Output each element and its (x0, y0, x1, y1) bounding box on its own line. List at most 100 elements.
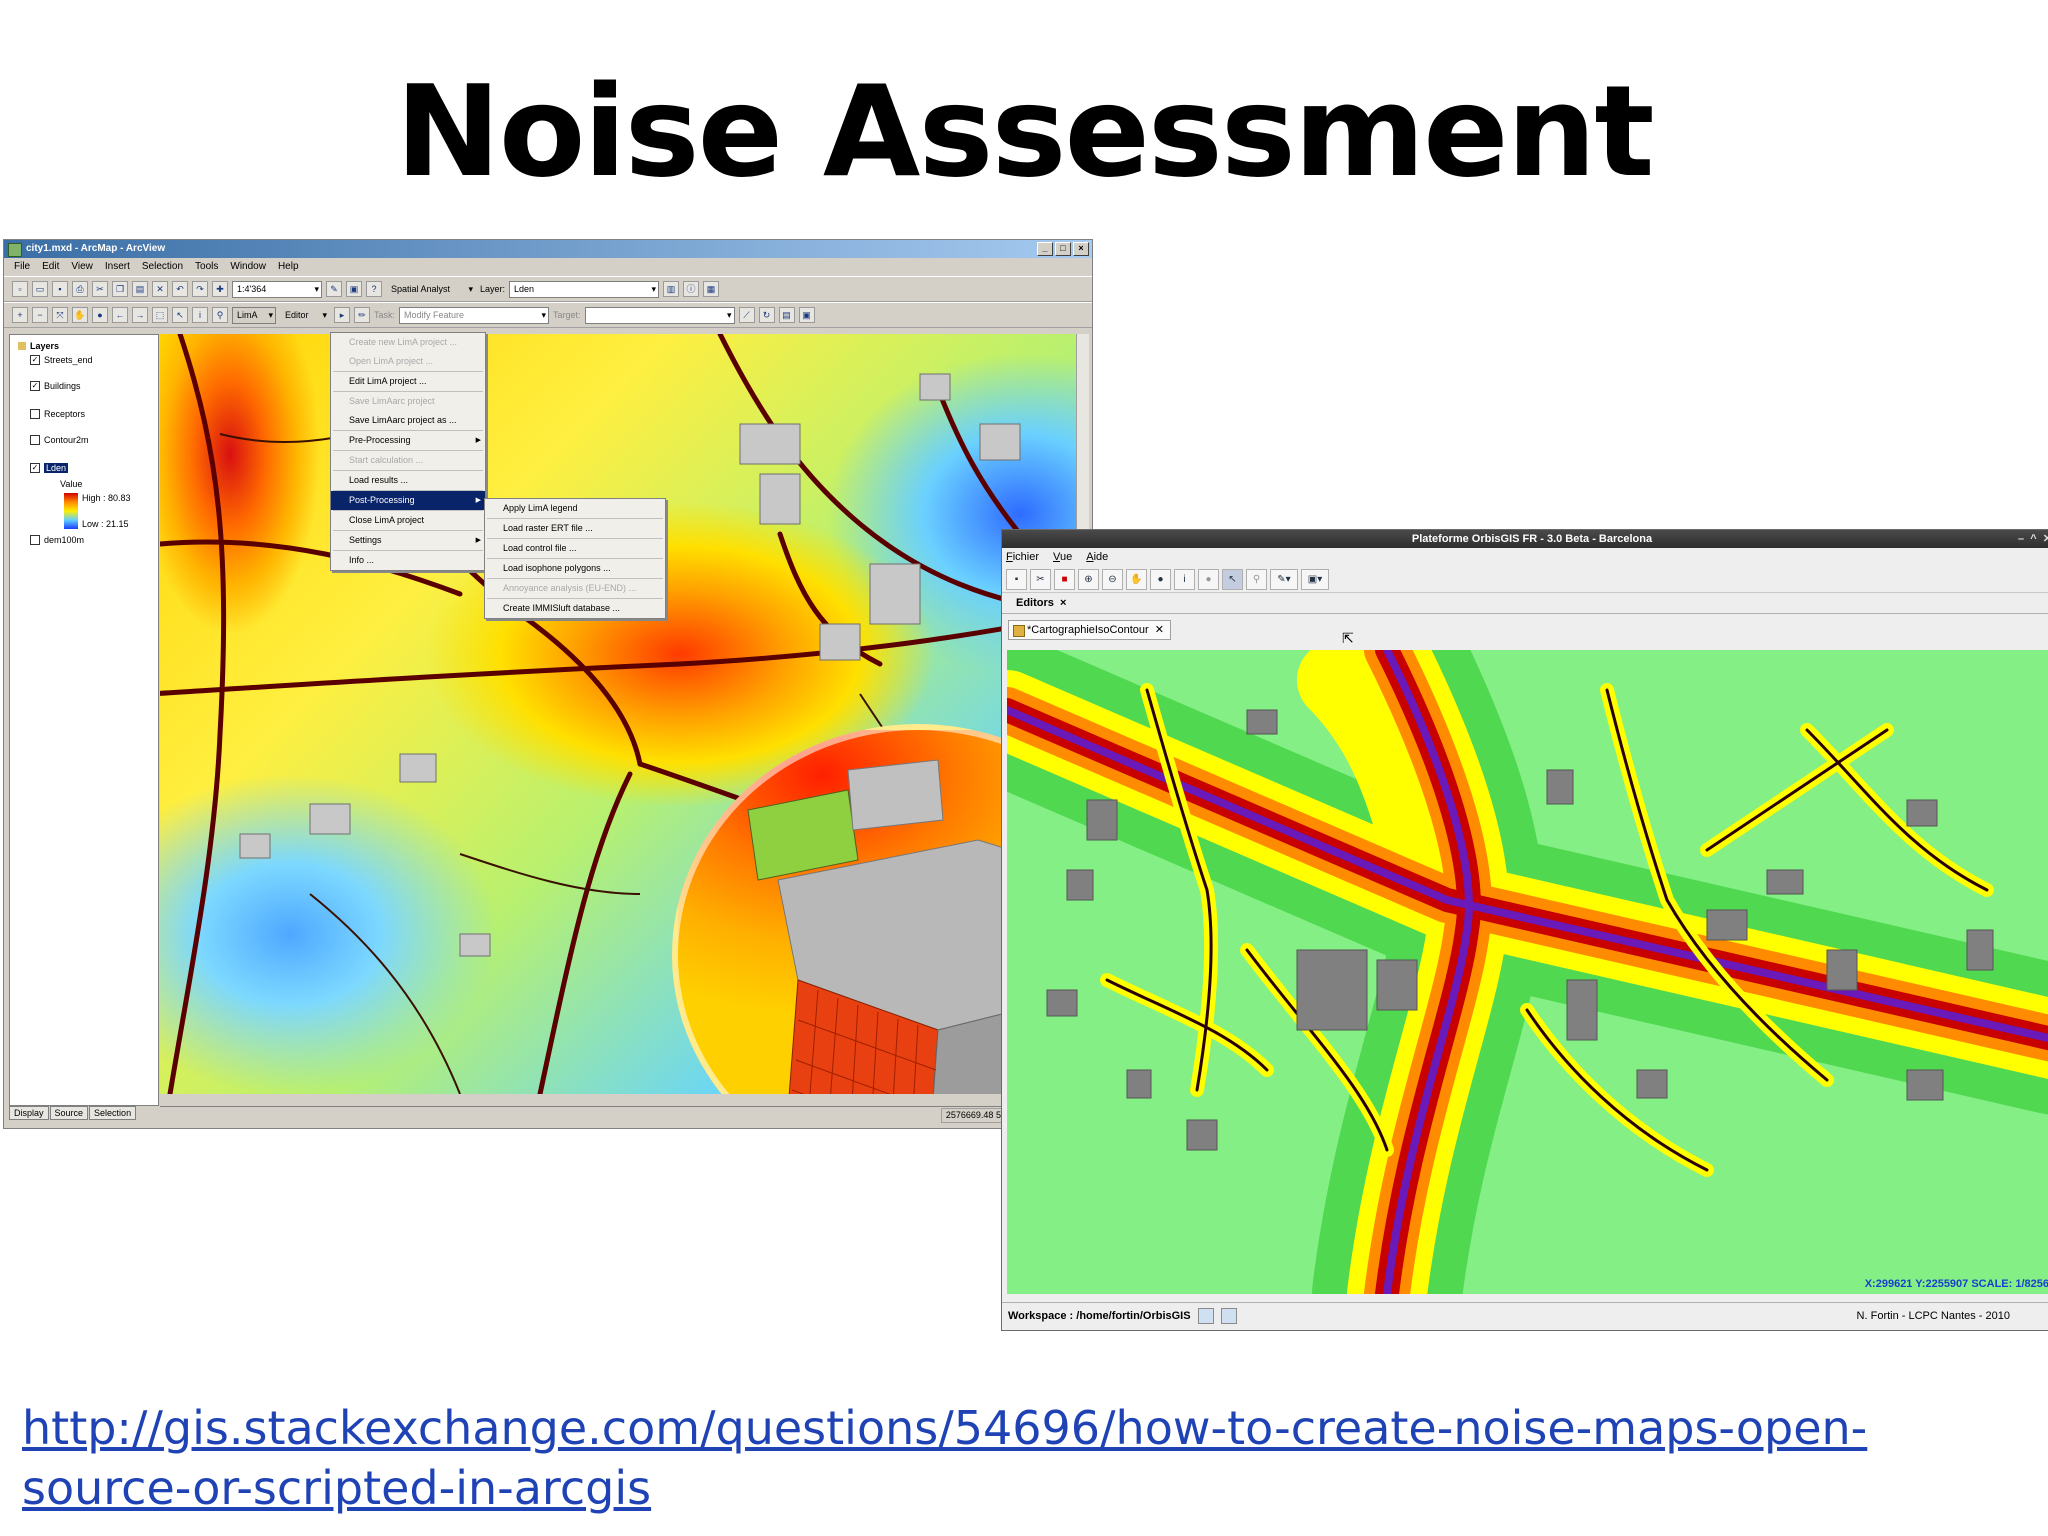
workspace-folder-icon[interactable] (1197, 1308, 1214, 1325)
menu-item-load-raster[interactable]: Load raster ERT file ... (485, 519, 665, 538)
rotate-icon[interactable]: ↻ (758, 307, 775, 323)
checkbox[interactable]: ✓ (30, 463, 40, 473)
zoom-in-icon[interactable]: + (12, 307, 28, 323)
checkbox[interactable]: ✓ (30, 381, 40, 391)
edit-tool-icon[interactable]: ▸ (334, 307, 350, 323)
scale-combo[interactable]: 1:4'364 (232, 280, 322, 298)
draw-icon[interactable]: ✎▾ (1270, 568, 1298, 590)
forward-icon[interactable]: → (132, 307, 148, 323)
full-extent-icon[interactable]: ● (92, 307, 108, 323)
toc-layer-contour[interactable]: Contour2m (30, 435, 89, 445)
menu-tools[interactable]: Tools (195, 258, 218, 276)
record-icon[interactable]: ● (1198, 568, 1219, 590)
menu-item-annoyance[interactable]: Annoyance analysis (EU-END) ... (485, 579, 665, 598)
menu-aide[interactable]: Aide (1086, 548, 1108, 566)
delete-icon[interactable]: ■ (1054, 568, 1075, 590)
menu-item-create-project[interactable]: Create new LimA project ... (331, 333, 485, 352)
menu-insert[interactable]: Insert (105, 258, 130, 276)
zoom-out-icon[interactable]: ⊖ (1102, 568, 1123, 590)
checkbox[interactable] (30, 409, 40, 419)
tab-source[interactable]: Source (49, 1106, 89, 1120)
menu-item-close-project[interactable]: Close LimA project (331, 511, 485, 530)
help-icon[interactable]: ? (366, 281, 382, 297)
editor-toolbar-icon[interactable]: ✎ (326, 281, 342, 297)
save-icon[interactable]: ▪ (52, 281, 68, 297)
sketch-icon[interactable]: ✏ (354, 307, 370, 323)
find-icon[interactable]: ⚲ (212, 307, 228, 323)
print-icon[interactable]: ⎙ (72, 281, 88, 297)
full-extent-icon[interactable]: ● (1150, 568, 1171, 590)
toc-layer-streets[interactable]: ✓ Streets_end (30, 355, 93, 365)
menu-item-settings[interactable]: Settings (331, 531, 485, 550)
lima-menu[interactable]: LimA (232, 306, 276, 324)
undo-icon[interactable]: ↶ (172, 281, 188, 297)
pan-icon[interactable]: ✋ (1126, 568, 1147, 590)
checkbox[interactable] (30, 535, 40, 545)
target-combo[interactable] (584, 306, 735, 324)
pointer-icon[interactable]: ↖ (172, 307, 188, 323)
menu-item-edit-project[interactable]: Edit LimA project ... (331, 372, 485, 391)
document-tab-label[interactable]: *CartographieIsoContour (1027, 624, 1149, 636)
add-data-icon[interactable]: ✚ (212, 281, 228, 297)
sketch-props-icon[interactable]: ▣ (798, 307, 815, 323)
delete-icon[interactable]: ✕ (152, 281, 168, 297)
tab-selection[interactable]: Selection (89, 1106, 137, 1120)
paste-icon[interactable]: ▤ (132, 281, 148, 297)
save-icon[interactable]: ▪ (1006, 568, 1027, 590)
measure-icon[interactable]: ⚲ (1246, 568, 1267, 590)
spatial-analyst-menu[interactable]: Spatial Analyst (386, 280, 476, 298)
menu-help[interactable]: Help (278, 258, 299, 276)
close-icon[interactable]: ✕ (1152, 624, 1164, 636)
back-icon[interactable]: ← (112, 307, 128, 323)
noise-map-canvas[interactable] (160, 334, 1084, 1094)
toc-layer-dem[interactable]: dem100m (30, 535, 84, 545)
toc-layer-lden[interactable]: ✓ Lden (30, 463, 69, 473)
pan-icon[interactable]: ✋ (72, 307, 88, 323)
menu-item-open-project[interactable]: Open LimA project ... (331, 352, 485, 371)
editor-menu[interactable]: Editor (280, 306, 330, 324)
histogram-icon[interactable]: ▥ (663, 281, 680, 297)
document-tab[interactable]: *CartographieIsoContour ✕ (1008, 620, 1172, 640)
zoom-out-icon[interactable]: − (32, 307, 48, 323)
close-icon[interactable]: × (1057, 597, 1066, 609)
menu-item-info[interactable]: Info ... (331, 551, 485, 570)
checkbox[interactable] (30, 435, 40, 445)
menu-fichier[interactable]: Fichier (1006, 548, 1039, 566)
source-link[interactable]: http://gis.stackexchange.com/questions/5… (22, 1398, 2002, 1518)
toc-layer-receptors[interactable]: Receptors (30, 409, 85, 419)
minimize-button[interactable]: _ (1037, 242, 1053, 256)
menu-item-create-database[interactable]: Create IMMISluft database ... (485, 599, 665, 618)
menu-item-start-calculation[interactable]: Start calculation ... (331, 451, 485, 470)
workspace-settings-icon[interactable] (1220, 1308, 1237, 1325)
menu-selection[interactable]: Selection (142, 258, 183, 276)
open-icon[interactable]: ▭ (32, 281, 48, 297)
menu-vue[interactable]: Vue (1053, 548, 1072, 566)
layer-tools-icon[interactable]: ▣▾ (1301, 568, 1329, 590)
menu-item-save-project-as[interactable]: Save LimAarc project as ... (331, 411, 485, 430)
select-icon[interactable]: ⬚ (152, 307, 168, 323)
select-pointer-icon[interactable]: ↖ (1222, 568, 1243, 590)
copy-icon[interactable]: ❐ (112, 281, 128, 297)
menu-item-post-processing[interactable]: Post-Processing (331, 491, 485, 510)
info-icon[interactable]: i (192, 307, 208, 323)
split-icon[interactable]: ⟋ (738, 307, 755, 323)
editors-tab-label[interactable]: Editors (1016, 597, 1054, 609)
zoom-in-icon[interactable]: ⊕ (1078, 568, 1099, 590)
fixed-zoom-icon[interactable]: ⤧ (52, 307, 68, 323)
new-icon[interactable]: ▫ (12, 281, 28, 297)
menu-edit[interactable]: Edit (42, 258, 59, 276)
window-controls[interactable]: – ^ ✕ (2018, 530, 2048, 548)
maximize-button[interactable]: □ (1055, 242, 1071, 256)
toc-layer-buildings[interactable]: ✓ Buildings (30, 381, 81, 391)
attributes-icon[interactable]: ▤ (778, 307, 795, 323)
checkbox[interactable]: ✓ (30, 355, 40, 365)
menu-item-pre-processing[interactable]: Pre-Processing (331, 431, 485, 450)
editors-panel-header[interactable]: Editors × (1002, 593, 2048, 614)
arctoolbox-icon[interactable]: ▣ (346, 281, 362, 297)
toc-root[interactable]: Layers (18, 341, 59, 351)
menu-item-load-isophone[interactable]: Load isophone polygons ... (485, 559, 665, 578)
layer-combo[interactable]: Lden (509, 280, 660, 298)
cut-icon[interactable]: ✂ (1030, 568, 1051, 590)
isocontour-map-canvas[interactable]: X:299621 Y:2255907 SCALE: 1/8256 (1007, 650, 2048, 1294)
close-button[interactable]: × (1073, 242, 1089, 256)
